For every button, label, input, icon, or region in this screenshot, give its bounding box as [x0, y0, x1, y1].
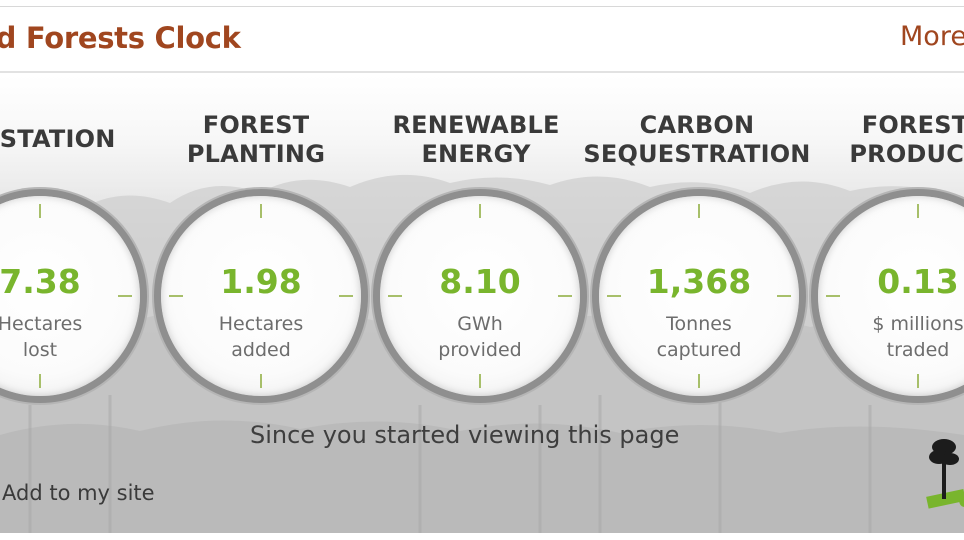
dial-tick [260, 204, 262, 218]
category-line: SEQUESTRATION [583, 140, 811, 168]
renewable-energy-dial: 8.10 GWh provided [380, 196, 580, 396]
category-renewable-energy: RENEWABLE ENERGY [361, 111, 591, 169]
counter-value: 0.13 [877, 262, 959, 301]
counter-value: 8.10 [439, 262, 521, 301]
category-line: FOREST [861, 111, 964, 139]
unit-line: traded [886, 339, 950, 361]
add-to-my-site-link[interactable]: Add to my site [2, 481, 155, 505]
category-line: CARBON [639, 111, 755, 139]
dial-tick [698, 374, 700, 388]
unit-line: Hectares [0, 313, 83, 335]
dial-tick [698, 204, 700, 218]
counter-unit: Hectares lost [0, 311, 140, 363]
dial-tick [479, 374, 481, 388]
more-link[interactable]: More [900, 21, 964, 52]
counter-unit: Hectares added [161, 311, 361, 363]
category-line: PRODUCT [849, 140, 964, 168]
dial-tick [39, 374, 41, 388]
category-line: RESTATION [0, 125, 116, 153]
unit-line: captured [656, 339, 742, 361]
dial-tick [917, 204, 919, 218]
category-line: FOREST [202, 111, 310, 139]
unit-line: $ millions [872, 313, 964, 335]
unit-line: provided [438, 339, 522, 361]
tree-logo-icon[interactable] [925, 433, 964, 519]
counter-unit: GWh provided [380, 311, 580, 363]
counter-value: 1,368 [646, 262, 752, 301]
unit-line: Tonnes [666, 313, 732, 335]
category-line: ENERGY [421, 140, 531, 168]
unit-line: lost [22, 339, 58, 361]
since-viewing-caption: Since you started viewing this page [250, 421, 680, 449]
unit-line: GWh [457, 313, 503, 335]
forest-planting-dial: 1.98 Hectares added [161, 196, 361, 396]
category-carbon-sequestration: CARBON SEQUESTRATION [582, 111, 812, 169]
dial-tick [917, 374, 919, 388]
unit-line: Hectares [218, 313, 304, 335]
category-deforestation: RESTATION [0, 125, 155, 154]
counter-unit: $ millions traded [818, 311, 964, 363]
counters-panel: RESTATION 7.38 Hectares lost FOREST PLAN… [0, 75, 964, 533]
category-forest-products: FOREST PRODUCT [800, 111, 964, 169]
category-line: PLANTING [186, 140, 326, 168]
category-line: RENEWABLE [392, 111, 560, 139]
category-forest-planting: FOREST PLANTING [141, 111, 371, 169]
widget-title: rld Forests Clock [0, 21, 241, 55]
forests-clock-widget: rld Forests Clock More RESTATION [0, 0, 964, 540]
counter-value: 1.98 [220, 262, 302, 301]
dial-tick [260, 374, 262, 388]
carbon-sequestration-dial: 1,368 Tonnes captured [599, 196, 799, 396]
widget-header: rld Forests Clock More [0, 7, 964, 73]
unit-line: added [231, 339, 291, 361]
dial-tick [479, 204, 481, 218]
dial-tick [39, 204, 41, 218]
counter-value: 7.38 [0, 262, 81, 301]
counter-unit: Tonnes captured [599, 311, 799, 363]
